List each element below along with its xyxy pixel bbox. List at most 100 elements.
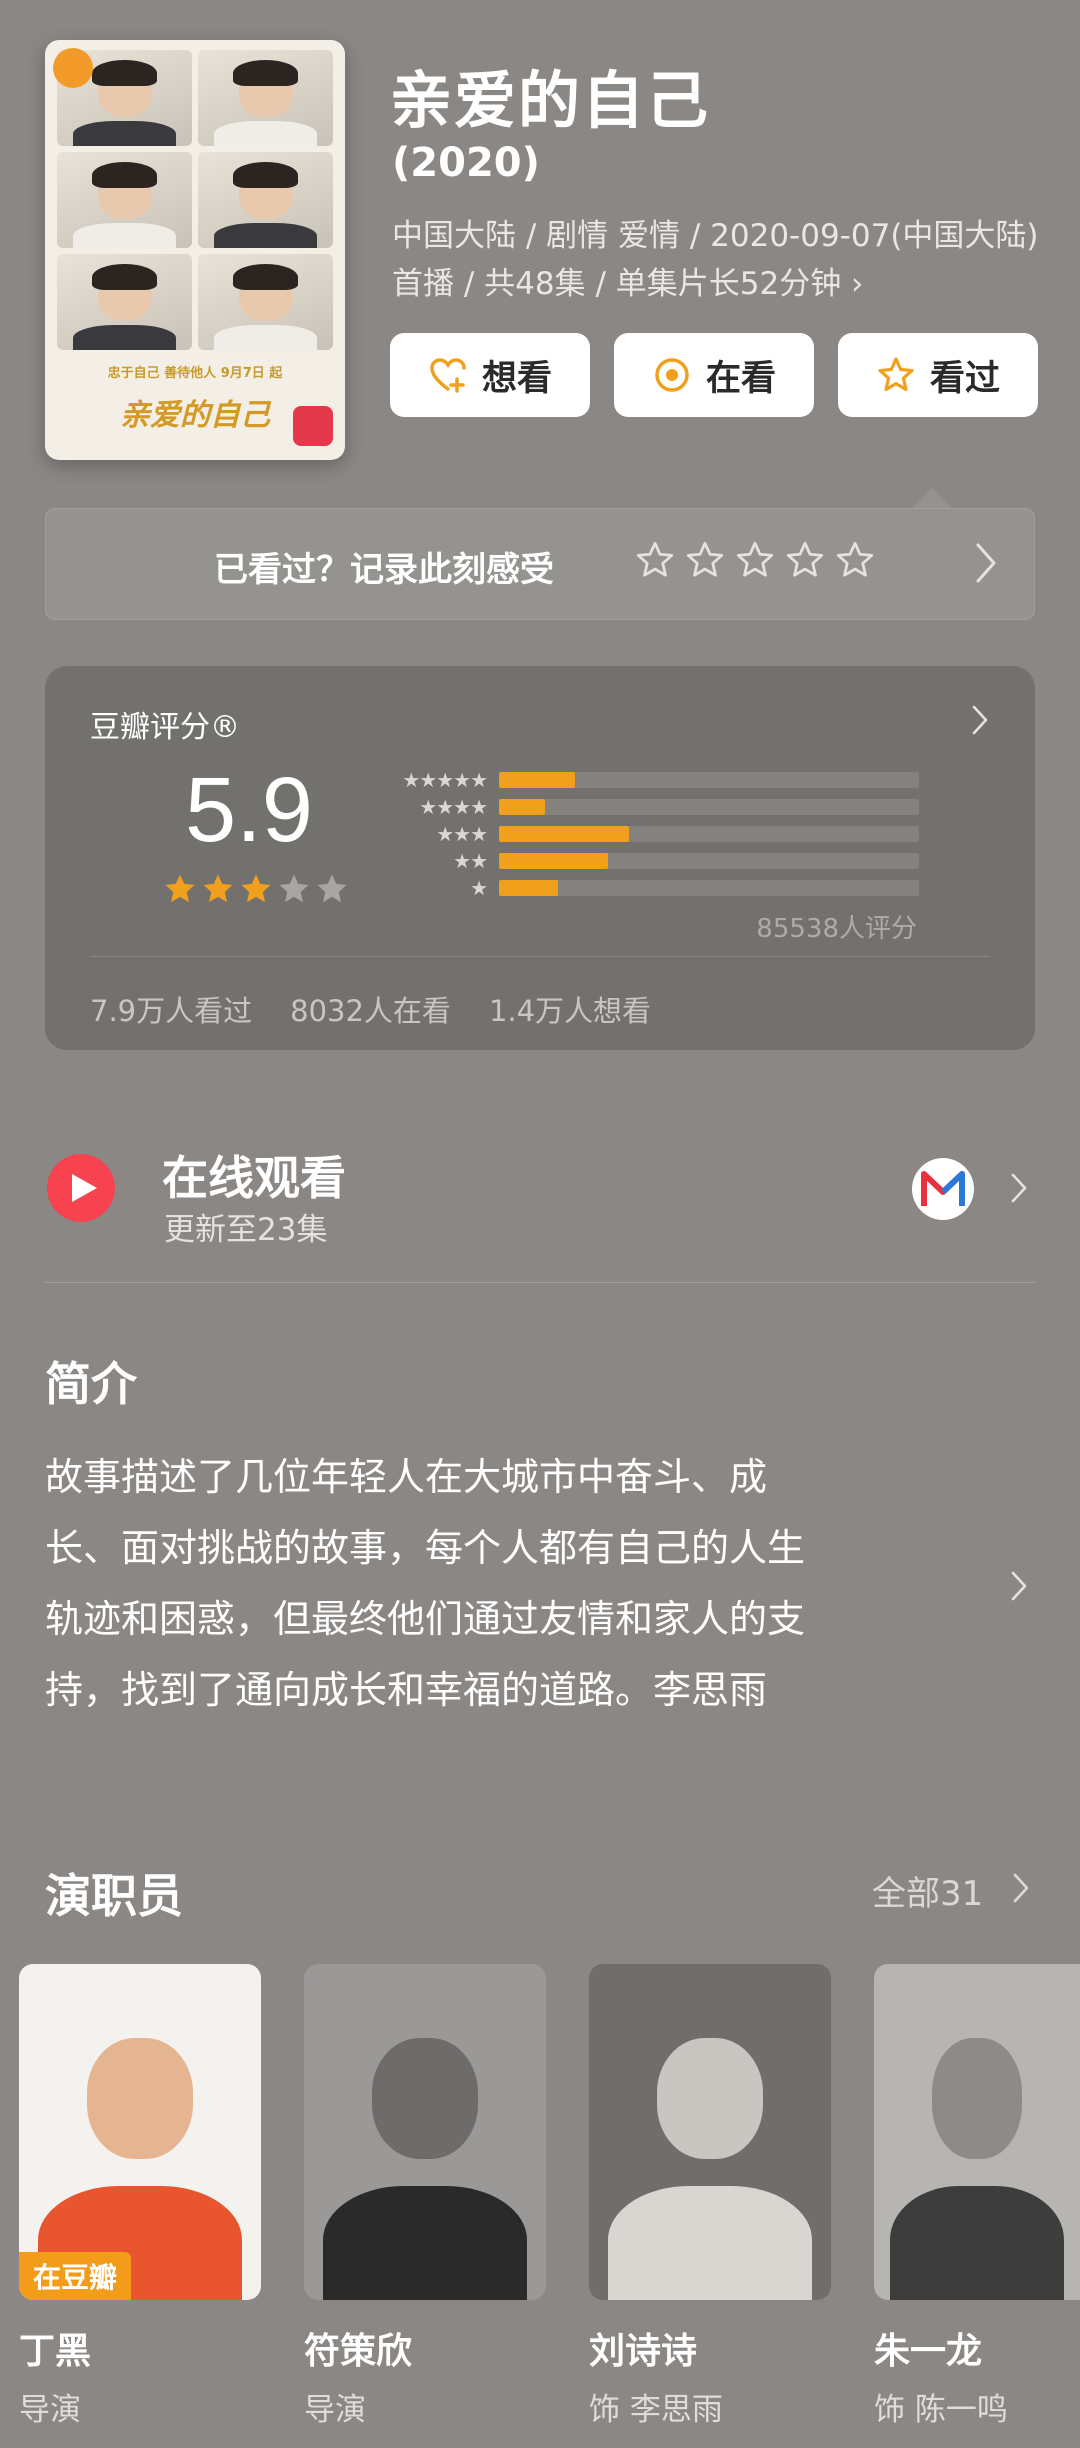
- want-count[interactable]: 1.4万人想看: [489, 988, 651, 1030]
- heart-plus-icon: [430, 358, 466, 393]
- rating-stats: 7.9万人看过 8032人在看 1.4万人想看: [90, 988, 651, 1030]
- cast-role: 导演: [304, 2392, 366, 2428]
- distribution-stars-label: ★★★★: [419, 794, 488, 819]
- rating-label: 豆瓣评分®: [90, 710, 240, 745]
- poster-portrait: [57, 254, 192, 350]
- distribution-stars-label: ★★★: [436, 821, 488, 846]
- cast-section-title: 演职员: [45, 1869, 183, 1923]
- distribution-track: [499, 879, 919, 896]
- star-outline-icon[interactable]: [634, 539, 676, 581]
- photo-shape: [371, 2037, 479, 2159]
- cast-role: 饰 陈一鸣: [874, 2392, 1008, 2428]
- play-icon: [72, 1174, 97, 1202]
- action-buttons: 想看 在看 看过: [390, 333, 1038, 417]
- distribution-stars-label: ★: [470, 875, 488, 900]
- chevron-right-icon[interactable]: [971, 704, 989, 736]
- synopsis-line: 长、面对挑战的故事，每个人都有自己的人生: [45, 1526, 806, 1570]
- distribution-row: ★: [377, 874, 919, 901]
- distribution-bar: [499, 879, 558, 896]
- photo-shape: [890, 2185, 1064, 2300]
- cast-role: 导演: [19, 2392, 81, 2428]
- star-outline-icon: [878, 357, 914, 392]
- cast-all-link[interactable]: 全部31: [872, 1866, 983, 1915]
- synopsis-line: 持，找到了通向成长和幸福的道路。李思雨: [45, 1668, 768, 1712]
- distribution-stars-label: ★★★★★: [402, 767, 488, 792]
- chevron-right-icon[interactable]: [1010, 1172, 1028, 1204]
- synopsis-line: 轨迹和困惑，但最终他们通过友情和家人的支: [45, 1597, 806, 1641]
- cast-photo: 在豆瓣: [19, 1964, 261, 2300]
- synopsis-text[interactable]: 故事描述了几位年轻人在大城市中奋斗、成 长、面对挑战的故事，每个人都有自己的人生…: [45, 1442, 965, 1726]
- record-star-rating[interactable]: [634, 539, 876, 581]
- poster-portrait: [198, 50, 333, 146]
- chevron-right-icon[interactable]: [1010, 1570, 1028, 1602]
- watched-label: 看过: [929, 358, 1000, 399]
- distribution-bar: [499, 798, 546, 815]
- poster-channel-logo: [293, 406, 333, 446]
- poster-photo-grid: [57, 50, 333, 350]
- distribution-row: ★★★: [377, 820, 919, 847]
- cast-name: 丁黑: [19, 2331, 92, 2372]
- distribution-stars-label: ★★: [453, 848, 488, 873]
- mgtv-logo-shape: [921, 1171, 965, 1206]
- cast-photo: [589, 1964, 831, 2300]
- cast-card[interactable]: 朱一龙 饰 陈一鸣: [874, 1964, 1080, 2429]
- divider: [90, 956, 990, 957]
- photo-shape: [656, 2037, 764, 2159]
- watched-button[interactable]: 看过: [838, 333, 1038, 417]
- distribution-track: [499, 771, 919, 788]
- star-filled-icon: [241, 874, 271, 903]
- distribution-row: ★★: [377, 847, 919, 874]
- cast-card[interactable]: 在豆瓣 丁黑 导演: [19, 1964, 261, 2429]
- poster-image[interactable]: 忠于自己 善待他人 9月7日 起 亲爱的自己: [45, 40, 345, 460]
- online-watch-title[interactable]: 在线观看: [162, 1142, 346, 1208]
- watching-button[interactable]: 在看: [614, 333, 814, 417]
- watched-count[interactable]: 7.9万人看过: [90, 988, 252, 1030]
- star-outline-icon[interactable]: [784, 539, 826, 581]
- rating-distribution: ★★★★★ ★★★★ ★★★ ★★ ★: [377, 766, 919, 901]
- star-filled-icon: [203, 874, 233, 903]
- star-filled-icon: [165, 874, 195, 903]
- poster-portrait: [198, 152, 333, 248]
- watching-count[interactable]: 8032人在看: [290, 988, 451, 1030]
- rating-count: 85538人评分: [756, 914, 917, 944]
- play-button[interactable]: [47, 1154, 115, 1222]
- star-empty-icon: [317, 874, 347, 903]
- popover-notch: [912, 488, 952, 508]
- douban-badge: 在豆瓣: [19, 2252, 132, 2300]
- cast-name: 符策欣: [304, 2331, 413, 2372]
- photo-shape: [323, 2185, 527, 2300]
- want-to-watch-label: 想看: [481, 358, 552, 399]
- mgtv-logo-icon[interactable]: [912, 1158, 974, 1220]
- distribution-bar: [499, 852, 609, 869]
- record-prompt: 已看过？记录此刻感受: [214, 550, 554, 590]
- chevron-right-icon[interactable]: [1012, 1872, 1030, 1904]
- distribution-row: ★★★★: [377, 793, 919, 820]
- cast-card[interactable]: 符策欣 导演: [304, 1964, 546, 2429]
- distribution-track: [499, 852, 919, 869]
- star-empty-icon: [279, 874, 309, 903]
- rating-card[interactable]: 豆瓣评分® 5.9 ★★★★★ ★★★★ ★★★ ★★ ★ 85538人评分 7…: [45, 666, 1035, 1050]
- star-outline-icon[interactable]: [684, 539, 726, 581]
- synopsis-line: 故事描述了几位年轻人在大城市中奋斗、成: [45, 1455, 768, 1499]
- release-year: (2020): [392, 140, 540, 186]
- photo-shape: [608, 2185, 812, 2300]
- chevron-right-icon[interactable]: [974, 541, 998, 585]
- cast-role: 饰 李思雨: [589, 2392, 723, 2428]
- distribution-bar: [499, 825, 630, 842]
- meta-info-link[interactable]: 中国大陆 / 剧情 爱情 / 2020-09-07(中国大陆)首播 / 共48集…: [392, 212, 1042, 308]
- distribution-track: [499, 798, 919, 815]
- synopsis-title: 简介: [45, 1357, 137, 1411]
- record-feeling-bar[interactable]: 已看过？记录此刻感受: [45, 508, 1035, 620]
- divider: [45, 1282, 1035, 1283]
- star-outline-icon[interactable]: [834, 539, 876, 581]
- want-to-watch-button[interactable]: 想看: [390, 333, 590, 417]
- cast-name: 刘诗诗: [589, 2331, 698, 2372]
- target-circle-icon: [655, 358, 689, 392]
- cast-photo: [304, 1964, 546, 2300]
- page-title: 亲爱的自己: [390, 64, 711, 137]
- star-outline-icon[interactable]: [734, 539, 776, 581]
- online-watch-subtitle: 更新至23集: [164, 1212, 328, 1248]
- watching-label: 在看: [705, 358, 776, 399]
- poster-portrait: [198, 254, 333, 350]
- cast-card[interactable]: 刘诗诗 饰 李思雨: [589, 1964, 831, 2429]
